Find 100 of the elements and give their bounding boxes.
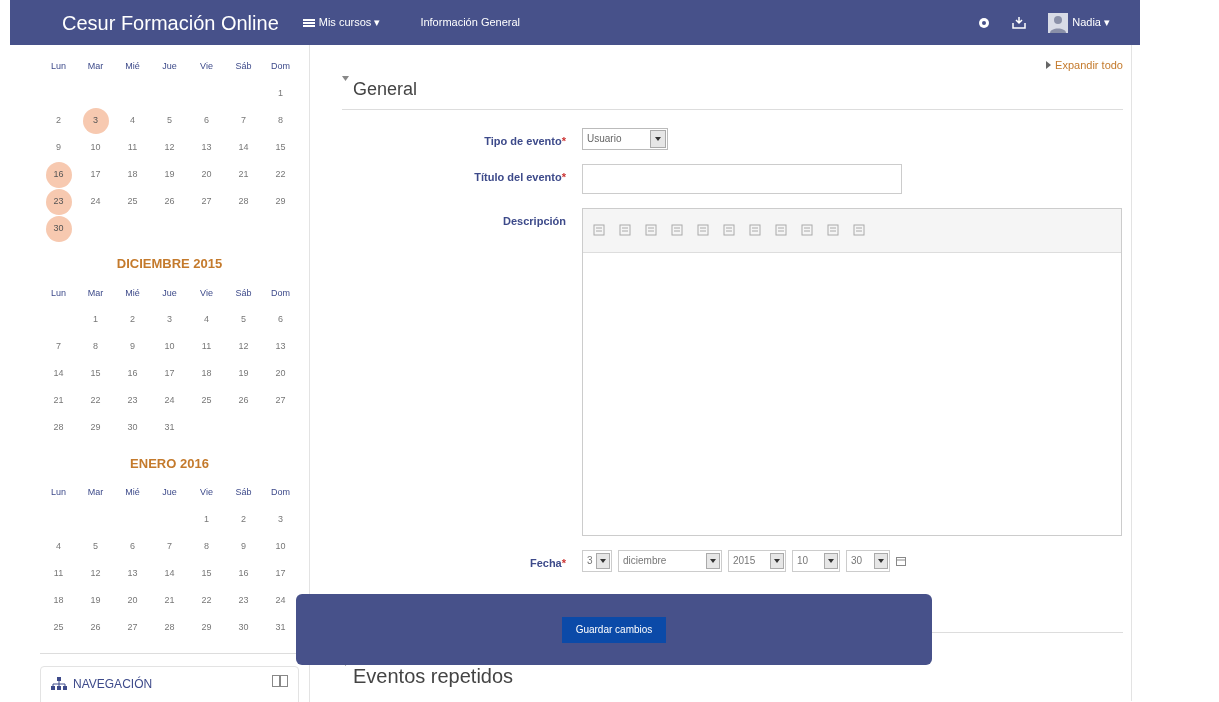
calendar-day[interactable]: 11 <box>53 566 64 581</box>
calendar-day[interactable]: 27 <box>127 620 138 635</box>
calendar-day[interactable]: 16 <box>127 367 138 381</box>
rich-text-editor[interactable] <box>582 207 1122 536</box>
calendar-day[interactable]: 8 <box>93 340 98 354</box>
calendar-day[interactable]: 20 <box>127 593 138 608</box>
calendar-day[interactable]: 10 <box>90 140 101 155</box>
save-button[interactable]: Guardar cambios <box>561 616 667 643</box>
calendar-day[interactable]: 11 <box>201 340 212 354</box>
calendar-day[interactable]: 26 <box>238 394 249 408</box>
calendar-day[interactable]: 10 <box>164 340 175 354</box>
calendar-day[interactable]: 14 <box>53 367 64 381</box>
calendar-day[interactable]: 13 <box>127 566 138 581</box>
calendar-day[interactable]: 29 <box>201 620 212 635</box>
calendar-day[interactable]: 5 <box>93 539 98 554</box>
calendar-day[interactable]: 25 <box>127 194 138 209</box>
calendar-day[interactable]: 2 <box>130 313 135 327</box>
calendar-day[interactable]: 28 <box>238 194 249 209</box>
calendar-day[interactable]: 31 <box>275 620 286 635</box>
calendar-day[interactable]: 8 <box>204 539 209 554</box>
calendar-day[interactable]: 20 <box>201 167 212 182</box>
calendar-day[interactable]: 7 <box>167 539 172 554</box>
calendar-day[interactable]: 17 <box>275 566 286 581</box>
calendar-day[interactable]: 5 <box>167 113 172 128</box>
calendar-day[interactable]: 19 <box>238 367 249 381</box>
calendar-day[interactable]: 2 <box>56 113 61 128</box>
calendar-day[interactable]: 26 <box>164 194 175 209</box>
calendar-day[interactable]: 14 <box>164 566 175 581</box>
calendar-day[interactable]: 31 <box>164 421 175 435</box>
calendar-day[interactable]: 21 <box>53 394 64 408</box>
calendar-day[interactable]: 3 <box>167 313 172 327</box>
dropdown[interactable]: diciembre <box>618 549 722 572</box>
calendar-day[interactable]: 23 <box>238 593 249 608</box>
calendar-day[interactable]: 21 <box>164 593 175 608</box>
event-day[interactable]: 30 <box>45 215 72 242</box>
calendar-day[interactable]: 17 <box>164 367 175 381</box>
menu-icon[interactable] <box>302 17 315 28</box>
calendar-day[interactable]: 6 <box>278 313 283 327</box>
calendar-day[interactable]: 2 <box>241 512 246 527</box>
calendar-day[interactable]: 14 <box>238 140 249 155</box>
text-input[interactable] <box>582 163 902 194</box>
calendar-day[interactable]: 25 <box>53 620 64 635</box>
calendar-day[interactable]: 24 <box>90 194 101 209</box>
settings-icon[interactable] <box>978 16 991 29</box>
calendar-day[interactable]: 21 <box>238 167 249 182</box>
calendar-day[interactable]: 3 <box>278 512 283 527</box>
calendar-day[interactable]: 27 <box>201 194 212 209</box>
calendar-day[interactable]: 17 <box>90 167 101 182</box>
calendar-day[interactable]: 1 <box>278 86 283 101</box>
calendar-day[interactable]: 9 <box>130 340 135 354</box>
calendar-day[interactable]: 23 <box>127 394 138 408</box>
event-day[interactable]: 16 <box>45 161 72 188</box>
calendar-day[interactable]: 4 <box>130 113 135 128</box>
calendar-day[interactable]: 7 <box>241 113 246 128</box>
dropdown[interactable]: 3 <box>582 549 612 572</box>
calendar-day[interactable]: 5 <box>241 313 246 327</box>
calendar-day[interactable]: 12 <box>164 140 175 155</box>
calendar-day[interactable]: 12 <box>238 340 249 354</box>
calendar-day[interactable]: 13 <box>201 140 212 155</box>
calendar-day[interactable]: 18 <box>127 167 138 182</box>
inbox-icon[interactable] <box>1012 16 1027 29</box>
dropdown[interactable]: 10 <box>792 549 840 572</box>
calendar-day[interactable]: 18 <box>201 367 212 381</box>
calendar-day[interactable]: 1 <box>93 313 98 327</box>
calendar-day[interactable]: 19 <box>90 593 101 608</box>
dropdown[interactable]: 2015 <box>728 549 786 572</box>
dropdown[interactable]: 30 <box>846 549 890 572</box>
calendar-day[interactable]: 15 <box>201 566 212 581</box>
calendar-day[interactable]: 24 <box>275 593 286 608</box>
menu-link[interactable]: Información General <box>420 14 521 31</box>
calendar-day[interactable]: 28 <box>164 620 175 635</box>
calendar-day[interactable]: 15 <box>275 140 286 155</box>
caret-icon[interactable] <box>342 75 349 81</box>
calendar-day[interactable]: 12 <box>90 566 101 581</box>
calendar-day[interactable]: 9 <box>56 140 61 155</box>
calendar-icon[interactable] <box>896 555 906 566</box>
calendar-day[interactable]: 22 <box>90 394 101 408</box>
dropdown[interactable]: Usuario <box>582 127 668 150</box>
calendar-day[interactable]: 29 <box>90 421 101 435</box>
calendar-day[interactable]: 16 <box>238 566 249 581</box>
menu-link[interactable]: Mis cursos ▾ <box>318 14 381 31</box>
calendar-day[interactable]: 22 <box>201 593 212 608</box>
calendar-day[interactable]: 25 <box>201 394 212 408</box>
calendar-day[interactable]: 9 <box>241 539 246 554</box>
user-avatar-icon[interactable] <box>1048 12 1069 33</box>
calendar-day[interactable]: 10 <box>275 539 286 554</box>
calendar-day[interactable]: 22 <box>275 167 286 182</box>
event-day[interactable]: 23 <box>45 188 72 215</box>
calendar-day[interactable]: 30 <box>127 421 138 435</box>
calendar-day[interactable]: 19 <box>164 167 175 182</box>
brand-link[interactable]: Cesur Formación Online <box>62 7 279 38</box>
expand-all-link[interactable]: Expandir todo <box>1055 57 1123 74</box>
event-day[interactable]: 3 <box>82 107 109 134</box>
calendar-day[interactable]: 6 <box>130 539 135 554</box>
calendar-day[interactable]: 4 <box>204 313 209 327</box>
calendar-day[interactable]: 26 <box>90 620 101 635</box>
calendar-day[interactable]: 11 <box>127 140 138 155</box>
calendar-day[interactable]: 24 <box>164 394 175 408</box>
calendar-day[interactable]: 8 <box>278 113 283 128</box>
calendar-day[interactable]: 15 <box>90 367 101 381</box>
